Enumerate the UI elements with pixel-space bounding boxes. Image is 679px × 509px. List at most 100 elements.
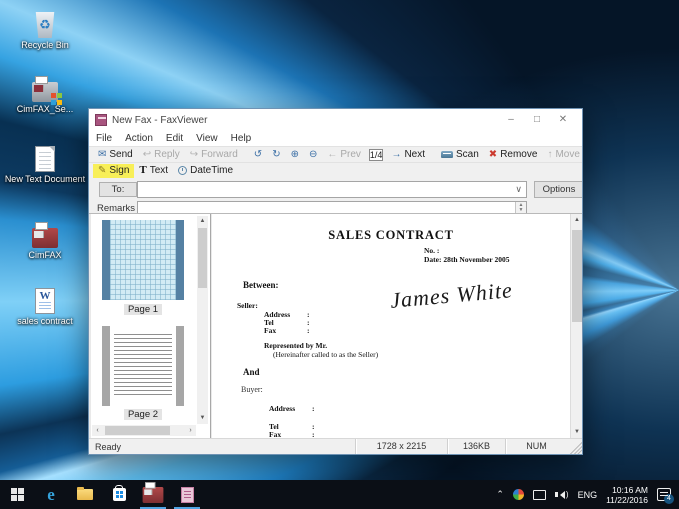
scroll-right-icon[interactable]: › — [185, 425, 196, 436]
doc-date-line: Date: 28th November 2005 — [424, 255, 509, 264]
minimize-button[interactable]: – — [498, 109, 524, 131]
desktop-icon-recycle-bin[interactable]: ♻ Recycle Bin — [2, 8, 88, 50]
desktop-icon-new-text-document[interactable]: New Text Document — [2, 142, 88, 184]
doc-title: SALES CONTRACT — [212, 228, 570, 243]
maximize-button[interactable]: □ — [524, 109, 550, 131]
taskbar-store-button[interactable] — [102, 480, 136, 509]
panel-horizontal-scrollbar[interactable]: ‹ › — [92, 425, 196, 436]
forward-icon: ↪ — [190, 150, 198, 160]
clock-time: 10:16 AM — [606, 485, 648, 495]
panel-vertical-scrollbar[interactable]: ▲ ▼ — [197, 216, 208, 424]
send-button[interactable]: ✉ Send — [93, 148, 138, 162]
datetime-button[interactable]: DateTime — [173, 164, 238, 178]
display-icon[interactable] — [533, 490, 546, 500]
menu-edit[interactable]: Edit — [166, 133, 183, 144]
remarks-input[interactable] — [141, 203, 512, 213]
scroll-down-icon[interactable]: ▼ — [571, 426, 583, 438]
desktop-icon-label: sales contract — [2, 316, 88, 326]
menu-help[interactable]: Help — [231, 133, 252, 144]
taskbar-edge-button[interactable]: e — [34, 480, 68, 509]
options-button[interactable]: Options — [534, 181, 583, 198]
close-button[interactable]: ✕ — [550, 109, 576, 131]
page-indicator[interactable]: 1/4 — [369, 149, 384, 161]
language-indicator[interactable]: ENG — [578, 490, 598, 500]
desktop-icon-cimfax[interactable]: CimFAX — [2, 218, 88, 260]
status-num-lock: NUM — [505, 439, 567, 454]
to-button[interactable]: To: — [99, 182, 137, 197]
remove-button[interactable]: ✖ Remove — [484, 148, 543, 162]
menu-action[interactable]: Action — [125, 133, 153, 144]
tray-expand-icon[interactable]: ⌃ — [496, 489, 504, 500]
zoom-in-button[interactable]: ⊕ — [286, 148, 304, 162]
menu-file[interactable]: File — [96, 133, 112, 144]
scroll-up-icon[interactable]: ▲ — [571, 214, 583, 226]
network-status-icon[interactable] — [513, 489, 524, 500]
title-bar[interactable]: New Fax - FaxViewer – □ ✕ — [89, 109, 582, 131]
scroll-down-icon[interactable]: ▼ — [197, 413, 208, 424]
page2-thumbnail[interactable] — [102, 326, 184, 406]
rotate-left-button[interactable]: ↺ — [249, 148, 267, 162]
text-file-icon — [35, 146, 55, 172]
signature-annotation[interactable]: James White — [389, 272, 570, 314]
desktop-icon-cimfax-setup[interactable]: CimFAX_Se... — [2, 72, 88, 114]
status-bar: Ready 1728 x 2215 136KB NUM — [89, 438, 582, 454]
scan-button[interactable]: Scan — [436, 148, 484, 162]
faxviewer-window: New Fax - FaxViewer – □ ✕ File Action Ed… — [88, 108, 583, 455]
status-filesize: 136KB — [447, 439, 505, 454]
word-doc-icon: W — [35, 288, 55, 314]
clock[interactable]: 10:16 AM 11/22/2016 — [606, 485, 648, 505]
document-view: SALES CONTRACT No. : Date: 28th November… — [212, 214, 582, 438]
doc-represented: Represented by Mr. — [264, 341, 327, 350]
clock-date: 11/22/2016 — [606, 495, 648, 505]
rotate-right-button[interactable]: ↻ — [267, 148, 285, 162]
page1-thumbnail[interactable] — [102, 220, 184, 300]
page2-label[interactable]: Page 2 — [91, 409, 195, 420]
sign-button[interactable]: ✎ Sign — [93, 164, 134, 178]
window-title: New Fax - FaxViewer — [112, 115, 498, 126]
menu-view[interactable]: View — [196, 133, 218, 144]
fax-machine-icon — [143, 487, 164, 503]
move-up-button: ↑ Move Up — [542, 148, 582, 162]
start-button[interactable] — [0, 480, 34, 509]
recipient-row: To: ∨ Options — [89, 178, 582, 201]
doc-and: And — [243, 367, 260, 377]
scroll-up-icon[interactable]: ▲ — [197, 216, 208, 227]
doc-buyer-fax: Fax — [269, 430, 281, 438]
to-input[interactable] — [141, 183, 512, 196]
doc-colon: : — [312, 404, 315, 413]
text-button[interactable]: T Text — [134, 164, 173, 178]
fax-setup-icon — [32, 82, 58, 102]
document-page[interactable]: SALES CONTRACT No. : Date: 28th November… — [212, 214, 570, 438]
scrollbar-thumb[interactable] — [198, 228, 207, 288]
annotate-toolbar: ✎ Sign T Text DateTime — [89, 162, 582, 178]
resize-grip[interactable] — [567, 439, 582, 454]
document-vertical-scrollbar[interactable]: ▲ ▼ — [570, 214, 582, 438]
desktop-icon-label: Recycle Bin — [2, 40, 88, 50]
zoom-in-icon: ⊕ — [291, 150, 299, 160]
doc-between: Between: — [243, 280, 279, 290]
zoom-out-button[interactable]: ⊖ — [304, 148, 322, 162]
page1-label[interactable]: Page 1 — [91, 304, 195, 315]
volume-icon[interactable]: ) — [555, 490, 569, 499]
taskbar-cimfax-button[interactable] — [136, 480, 170, 509]
taskbar-explorer-button[interactable] — [68, 480, 102, 509]
to-combobox[interactable]: ∨ — [137, 181, 527, 198]
taskbar-faxviewer-button[interactable] — [170, 480, 204, 509]
doc-hereinafter: (Hereinafter called to as the Seller) — [273, 350, 378, 359]
doc-colon: : — [307, 326, 310, 335]
notification-center-icon[interactable]: 4 — [657, 488, 671, 501]
next-page-button[interactable]: → Next — [386, 148, 430, 162]
doc-seller: Seller: — [237, 301, 258, 310]
prev-page-button: ← Prev — [322, 148, 366, 162]
desktop-icon-sales-contract[interactable]: W sales contract — [2, 284, 88, 326]
move-up-icon: ↑ — [547, 150, 552, 160]
scroll-left-icon[interactable]: ‹ — [92, 425, 103, 436]
zoom-out-icon: ⊖ — [309, 150, 317, 160]
text-tool-icon: T — [139, 165, 146, 176]
scrollbar-thumb[interactable] — [105, 426, 170, 435]
scrollbar-thumb[interactable] — [572, 230, 582, 322]
menu-bar: File Action Edit View Help — [89, 131, 582, 146]
edge-icon: e — [47, 485, 55, 505]
clock-icon — [178, 166, 187, 175]
chevron-down-icon[interactable]: ∨ — [515, 184, 522, 195]
